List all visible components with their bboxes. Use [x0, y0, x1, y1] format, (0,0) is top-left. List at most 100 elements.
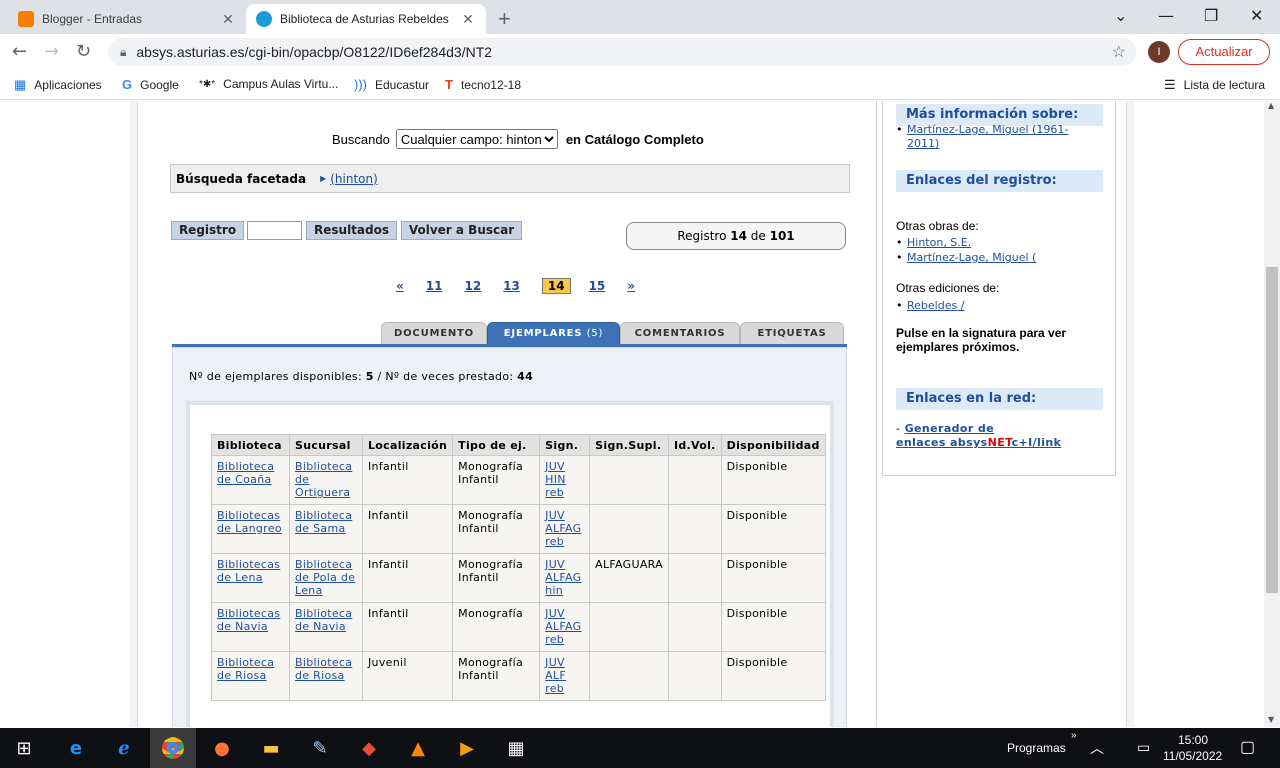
tab-etiquetas[interactable]: ETIQUETAS	[740, 322, 844, 345]
file-explorer-icon[interactable]: ▬	[259, 736, 283, 760]
bookmark-google[interactable]: G Google	[122, 77, 179, 92]
registro-button[interactable]: Registro	[171, 221, 244, 240]
network-icon[interactable]: ▭	[1137, 739, 1150, 756]
biblioteca-link[interactable]: Biblioteca de Riosa	[217, 656, 274, 682]
page-scrollbar[interactable]: ▲ ▼	[1264, 101, 1280, 727]
tab-comentarios[interactable]: COMENTARIOS	[620, 322, 740, 345]
windows-start-icon[interactable]: ⊞	[12, 736, 36, 760]
programs-expand-icon[interactable]: »	[1071, 730, 1077, 741]
media-player-icon[interactable]: ▶	[455, 736, 479, 760]
facet-term-link[interactable]: (hinton)	[330, 172, 378, 186]
bookmark-tecno[interactable]: Ttecno12-18	[445, 77, 521, 92]
campus-icon: *✱*	[199, 78, 216, 90]
forward-arrow-icon[interactable]: →	[44, 41, 59, 62]
tab-blogger[interactable]: Blogger - Entradas ✕	[8, 4, 246, 34]
sign-link[interactable]: JUV ALFAG hin	[545, 558, 583, 597]
update-button[interactable]: Actualizar	[1178, 39, 1270, 65]
back-arrow-icon[interactable]: ←	[12, 41, 27, 62]
right-border	[1126, 101, 1134, 727]
bookmark-star-icon[interactable]: ☆	[1112, 42, 1126, 62]
faceted-search-bar: Búsqueda facetada ▶ (hinton)	[170, 164, 850, 193]
pager-last[interactable]: »	[627, 279, 635, 293]
paint-icon[interactable]: ✎	[308, 736, 332, 760]
pager-page-12[interactable]: 12	[464, 279, 481, 293]
biblioteca-link[interactable]: Bibliotecas de Lena	[217, 558, 280, 584]
pager-page-11[interactable]: 11	[426, 279, 443, 293]
profile-avatar[interactable]: I	[1148, 41, 1170, 63]
chrome-icon[interactable]	[161, 736, 185, 760]
list-item[interactable]: Hinton, S.E.	[896, 236, 1036, 250]
address-bar[interactable]: 🔒︎ absys.asturias.es/cgi-bin/opacbp/O812…	[108, 38, 1136, 66]
internet-explorer-icon[interactable]: ℯ	[112, 736, 136, 760]
list-item[interactable]: Rebeldes /	[896, 299, 964, 313]
firefox-icon[interactable]: ●	[210, 736, 234, 760]
biblioteca-link[interactable]: Bibliotecas de Langreo	[217, 509, 282, 535]
sucursal-link[interactable]: Biblioteca de Riosa	[295, 656, 352, 682]
notifications-icon[interactable]: ▢	[1240, 737, 1255, 757]
paint3d-icon[interactable]: ◆	[357, 736, 381, 760]
sign-link[interactable]: JUV ALF reb	[545, 656, 583, 695]
bookmark-educastur[interactable]: ))) Educastur	[354, 77, 429, 92]
otras-ediciones-link[interactable]: Rebeldes /	[907, 299, 964, 312]
scrollbar-thumb[interactable]	[1266, 267, 1278, 593]
registro-input[interactable]	[247, 221, 302, 240]
disp-text: Disponible	[726, 460, 788, 473]
pager-page-13[interactable]: 13	[503, 279, 520, 293]
scroll-up-icon[interactable]: ▲	[1268, 101, 1274, 110]
new-tab-plus-icon[interactable]: +	[498, 6, 511, 32]
search-field-select[interactable]: Cualquier campo: hinton/	[395, 129, 558, 149]
col-biblioteca: Biblioteca	[211, 434, 290, 456]
sign-link[interactable]: JUV HIN reb	[545, 460, 583, 499]
edge-icon[interactable]: e	[64, 736, 88, 760]
generador-prefix: -	[896, 422, 901, 435]
scroll-down-icon[interactable]: ▼	[1268, 715, 1274, 724]
sign-link[interactable]: JUV ALFAG reb	[545, 607, 583, 646]
copies-table: Biblioteca Sucursal Localización Tipo de…	[211, 434, 826, 701]
bookmark-aplicaciones[interactable]: ▦ Aplicaciones	[14, 77, 102, 93]
sucursal-link[interactable]: Biblioteca de Navia	[295, 607, 352, 633]
clock-date[interactable]: 11/05/2022	[1163, 749, 1222, 763]
sucursal-link[interactable]: Biblioteca de Sama	[295, 509, 352, 535]
col-disponibilidad: Disponibilidad	[720, 434, 826, 456]
tab-biblioteca[interactable]: Biblioteca de Asturias Rebeldes ✕	[246, 4, 486, 34]
close-window-icon[interactable]: ✕	[1250, 6, 1263, 25]
cell-tipo: Monografía Infantil	[452, 553, 541, 603]
calculator-icon[interactable]: ▦	[504, 736, 528, 760]
biblioteca-link[interactable]: Bibliotecas de Navia	[217, 607, 280, 633]
list-item[interactable]: Martínez-Lage, Miguel (	[896, 251, 1036, 265]
volver-buscar-button[interactable]: Volver a Buscar	[401, 221, 522, 240]
pager-page-15[interactable]: 15	[589, 279, 606, 293]
close-tab-icon[interactable]: ✕	[460, 11, 476, 28]
sign-link[interactable]: JUV ALFAG reb	[545, 509, 583, 548]
vlc-icon[interactable]: ▲	[406, 736, 430, 760]
cell-vol	[667, 455, 722, 505]
pager-current-page: 14	[541, 278, 571, 294]
sucursal-link[interactable]: Biblioteca de Ortiguera	[295, 460, 352, 499]
bookmark-label: Campus Aulas Virtu...	[223, 77, 339, 91]
minimize-icon[interactable]: —	[1158, 6, 1174, 25]
reading-list[interactable]: ☰ Lista de lectura	[1164, 77, 1265, 93]
cell-supl	[589, 455, 669, 505]
close-tab-icon[interactable]: ✕	[220, 11, 236, 28]
author-link[interactable]: Martínez-Lage, Miguel (1961-	[907, 123, 1068, 136]
sucursal-link[interactable]: Biblioteca de Pola de Lena	[295, 558, 355, 597]
generador-link[interactable]: Generador de enlaces absysNETc+I/link	[896, 422, 1061, 449]
tab-ejemplares[interactable]: EJEMPLARES (5)	[487, 322, 620, 345]
resultados-button[interactable]: Resultados	[306, 221, 397, 240]
tray-chevron-icon[interactable]: ︿	[1090, 738, 1104, 758]
otras-obras-link[interactable]: Martínez-Lage, Miguel (	[907, 251, 1036, 264]
list-item[interactable]: Martínez-Lage, Miguel (1961-2011)	[896, 123, 1068, 151]
author-link-cont[interactable]: 2011)	[907, 137, 939, 150]
otras-obras-link[interactable]: Hinton, S.E.	[907, 236, 971, 249]
reload-icon[interactable]: ↻	[76, 41, 91, 62]
biblioteca-link[interactable]: Biblioteca de Coaña	[217, 460, 274, 486]
clock-time[interactable]: 15:00	[1176, 733, 1210, 747]
bookmark-label: Google	[140, 77, 179, 92]
programs-label[interactable]: Programas	[1007, 741, 1066, 755]
restore-icon[interactable]: ❐	[1204, 6, 1218, 25]
tab-documento[interactable]: DOCUMENTO	[381, 322, 487, 345]
otras-ediciones-label: Otras ediciones de:	[896, 281, 1000, 295]
pager-first[interactable]: «	[396, 279, 404, 293]
bookmark-campus[interactable]: *✱* Campus Aulas Virtu...	[199, 77, 338, 91]
tab-search-icon[interactable]: ⌄	[1114, 6, 1127, 25]
